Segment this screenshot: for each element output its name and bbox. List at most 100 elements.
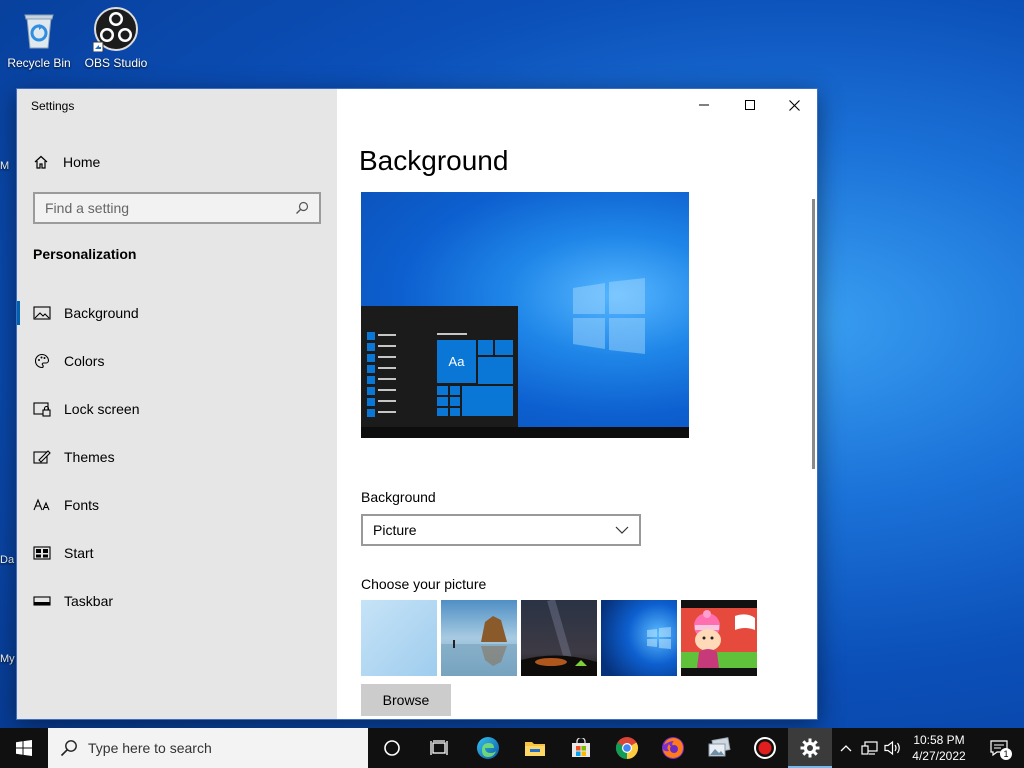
- preview-start-list-icon: [367, 332, 396, 417]
- preview-taskbar: [361, 427, 689, 438]
- show-hidden-icons-button[interactable]: [836, 728, 856, 768]
- palette-icon: [33, 352, 51, 370]
- wallpaper-thumbnail-night-sky[interactable]: [521, 600, 597, 676]
- maximize-button[interactable]: [727, 89, 773, 121]
- store-bag-icon: [572, 738, 590, 757]
- home-icon: [34, 155, 48, 169]
- firefox-icon: [662, 737, 684, 759]
- sidebar-item-label: Taskbar: [64, 593, 114, 609]
- home-label: Home: [63, 154, 101, 170]
- notification-wrapper: 1: [990, 740, 1012, 760]
- settings-window: Settings Home Personalization Background: [16, 88, 818, 720]
- maximize-icon: [745, 100, 755, 110]
- search-icon: [60, 740, 77, 757]
- chevron-up-icon: [840, 745, 852, 752]
- sidebar-item-lock-screen[interactable]: Lock screen: [17, 385, 337, 433]
- photos-icon: [708, 737, 731, 757]
- choose-picture-label: Choose your picture: [361, 576, 487, 592]
- sidebar-item-label: Background: [64, 305, 139, 321]
- background-preview: Aa: [361, 192, 689, 438]
- gear-icon: [800, 738, 820, 758]
- action-center-button[interactable]: 1: [978, 728, 1020, 768]
- sidebar-item-label: Colors: [64, 353, 105, 369]
- sidebar-item-label: Fonts: [64, 497, 100, 513]
- obs-studio-icon: [93, 7, 138, 52]
- page-title: Background: [359, 145, 509, 176]
- sidebar-item-fonts[interactable]: Fonts: [17, 481, 337, 529]
- chevron-down-icon: [615, 526, 629, 534]
- record-icon: [754, 737, 776, 759]
- picture-thumbnails: [361, 600, 757, 676]
- window-title: Settings: [31, 99, 75, 113]
- desktop-edge-label: Da: [0, 554, 15, 566]
- file-explorer-taskbar-button[interactable]: [512, 728, 558, 768]
- fonts-icon: [33, 496, 51, 514]
- lock-screen-icon: [33, 400, 51, 418]
- search-icon[interactable]: [295, 201, 309, 215]
- sidebar-item-taskbar[interactable]: Taskbar: [17, 577, 337, 625]
- volume-tray-button[interactable]: [882, 728, 904, 768]
- taskbar-icon: [33, 592, 51, 610]
- wallpaper-thumbnail-windows-blue[interactable]: [601, 600, 677, 676]
- find-setting-input[interactable]: [45, 200, 295, 216]
- task-view-button[interactable]: [416, 728, 464, 768]
- network-icon: [861, 741, 878, 755]
- cortana-button[interactable]: [368, 728, 416, 768]
- find-setting-search[interactable]: [33, 192, 321, 224]
- close-button[interactable]: [771, 89, 817, 121]
- microsoft-store-taskbar-button[interactable]: [558, 728, 604, 768]
- sidebar-item-start[interactable]: Start: [17, 529, 337, 577]
- start-button[interactable]: [0, 728, 48, 768]
- content-pane: Background Aa Background Picture Choose …: [337, 89, 817, 719]
- start-icon: [33, 544, 51, 562]
- folder-icon: [525, 742, 545, 756]
- network-tray-button[interactable]: [858, 728, 882, 768]
- preview-start-menu: Aa: [361, 306, 518, 427]
- close-icon: [788, 99, 800, 111]
- recorder-taskbar-button[interactable]: [742, 728, 788, 768]
- sidebar: Settings Home Personalization Background: [17, 89, 337, 719]
- firefox-taskbar-button[interactable]: [650, 728, 696, 768]
- desktop-icon-label: OBS Studio: [84, 56, 148, 70]
- settings-taskbar-button[interactable]: [788, 728, 832, 768]
- wallpaper-thumbnail-beach-rocks[interactable]: [441, 600, 517, 676]
- taskbar: Type here to search 10:58 PM 4/27/2022 1: [0, 728, 1024, 768]
- sidebar-item-label: Start: [64, 545, 94, 561]
- cortana-circle-icon: [384, 740, 400, 756]
- sidebar-home[interactable]: Home: [33, 149, 100, 175]
- photo-viewer-taskbar-button[interactable]: [696, 728, 742, 768]
- sidebar-item-label: Lock screen: [64, 401, 140, 417]
- background-type-value: Picture: [373, 522, 417, 538]
- background-type-dropdown[interactable]: Picture: [361, 514, 641, 546]
- sidebar-item-themes[interactable]: Themes: [17, 433, 337, 481]
- sidebar-item-background[interactable]: Background: [17, 289, 337, 337]
- windows-logo-icon: [573, 278, 645, 354]
- chrome-taskbar-button[interactable]: [604, 728, 650, 768]
- task-view-icon: [430, 740, 448, 755]
- section-title: Personalization: [33, 246, 137, 262]
- preview-tile-header-icon: [437, 333, 467, 335]
- preview-tiles-icon: [437, 340, 513, 416]
- chrome-icon: [616, 737, 638, 759]
- browse-button[interactable]: Browse: [361, 684, 451, 716]
- desktop-icon-recycle-bin[interactable]: Recycle Bin: [2, 6, 76, 70]
- wallpaper-thumbnail-cartoon-girl[interactable]: [681, 600, 757, 676]
- sidebar-item-label: Themes: [64, 449, 115, 465]
- edge-icon: [477, 737, 499, 759]
- clock-date: 4/27/2022: [912, 749, 966, 763]
- taskbar-clock[interactable]: 10:58 PM 4/27/2022: [902, 732, 976, 764]
- desktop-edge-label: M: [0, 160, 10, 172]
- desktop-icon-label: Recycle Bin: [7, 56, 71, 70]
- minimize-button[interactable]: [681, 89, 727, 121]
- edge-taskbar-button[interactable]: [464, 728, 512, 768]
- themes-icon: [33, 448, 51, 466]
- content-scrollbar[interactable]: [812, 199, 815, 469]
- background-type-label: Background: [361, 489, 436, 505]
- recycle-bin-icon: [24, 14, 54, 49]
- sidebar-item-colors[interactable]: Colors: [17, 337, 337, 385]
- windows-start-icon: [16, 740, 32, 756]
- notification-count-badge: 1: [1000, 748, 1012, 760]
- wallpaper-thumbnail-light-blue[interactable]: [361, 600, 437, 676]
- desktop-icon-obs-studio[interactable]: OBS Studio: [79, 6, 153, 70]
- taskbar-search[interactable]: Type here to search: [48, 728, 368, 768]
